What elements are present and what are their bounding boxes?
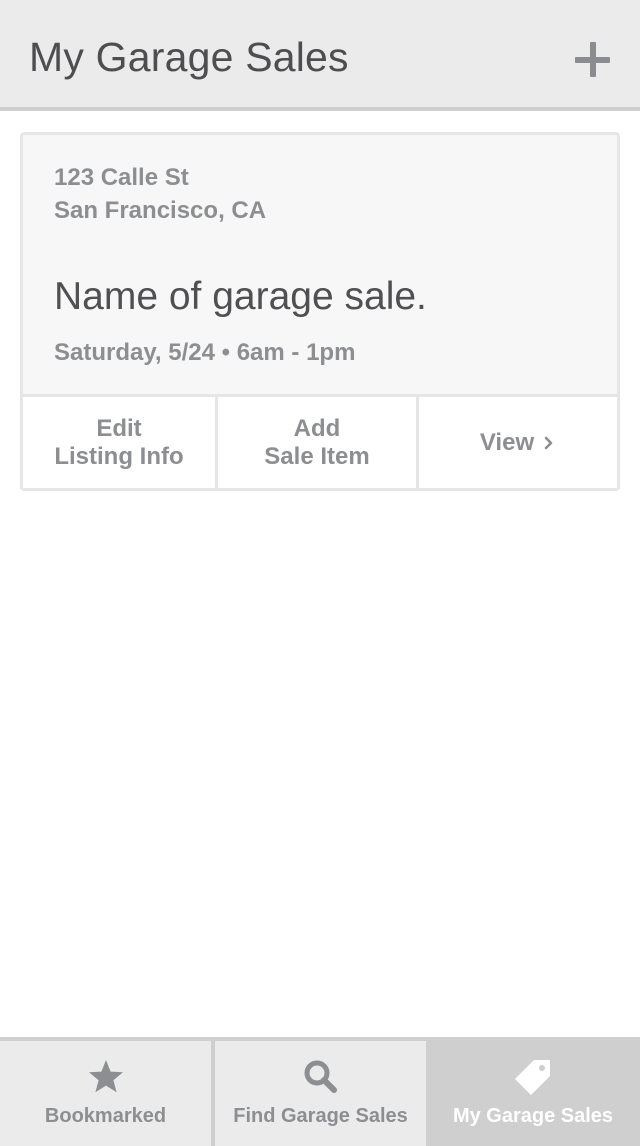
page-title: My Garage Sales: [29, 34, 349, 80]
add-label-line-2: Sale Item: [264, 442, 370, 470]
address-line-1: 123 Calle St: [54, 164, 189, 191]
sale-name: Name of garage sale.: [54, 275, 427, 318]
tab-my-garage-sales[interactable]: My Garage Sales: [426, 1041, 640, 1146]
card-info: 123 Calle St San Francisco, CA Name of g…: [23, 135, 617, 397]
tab-label-find: Find Garage Sales: [233, 1105, 408, 1127]
edit-label-line-1: Edit: [96, 414, 142, 442]
bottom-tab-bar: Bookmarked Find Garage Sales My Garage S…: [0, 1037, 640, 1146]
tab-find-garage-sales[interactable]: Find Garage Sales: [215, 1041, 426, 1146]
tab-label-bookmarked: Bookmarked: [44, 1105, 167, 1127]
header-bar: My Garage Sales: [0, 0, 640, 111]
sale-date-time: Saturday, 5/24 • 6am - 1pm: [54, 339, 356, 366]
chevron-right-icon: [544, 436, 553, 449]
edit-label-line-2: Listing Info: [54, 442, 184, 470]
garage-sale-card: 123 Calle St San Francisco, CA Name of g…: [20, 132, 620, 491]
view-label: View: [479, 428, 535, 456]
address-line-2: San Francisco, CA: [54, 197, 267, 224]
tag-icon: [515, 1060, 550, 1095]
tab-label-my-garage-sales: My Garage Sales: [452, 1105, 614, 1127]
tab-bookmarked[interactable]: Bookmarked: [0, 1041, 211, 1146]
edit-listing-info-button[interactable]: Edit Listing Info: [23, 397, 218, 488]
add-label-line-1: Add: [293, 414, 341, 442]
add-garage-sale-button[interactable]: [567, 34, 619, 86]
view-sale-button[interactable]: View: [419, 397, 617, 488]
add-sale-item-button[interactable]: Add Sale Item: [218, 397, 419, 488]
card-actions: Edit Listing Info Add Sale Item View: [23, 397, 617, 488]
app-screen: My Garage Sales 123 Calle St San Francis…: [0, 0, 640, 1146]
search-icon: [304, 1060, 337, 1093]
star-icon: [88, 1060, 123, 1093]
